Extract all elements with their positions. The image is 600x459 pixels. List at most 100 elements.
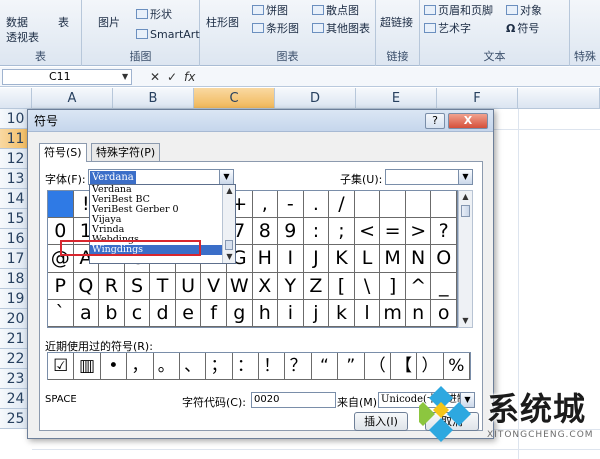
symbol-cell[interactable]: M xyxy=(380,245,406,273)
symbol-cell[interactable]: b xyxy=(99,299,125,327)
font-list-item[interactable]: Verdana xyxy=(90,185,222,195)
symbol-cell[interactable]: U xyxy=(175,272,202,300)
recent-symbol-cell[interactable]: 、 xyxy=(179,353,207,380)
symbol-cell[interactable]: o xyxy=(431,299,457,327)
column-header-a[interactable]: A xyxy=(32,88,113,109)
recent-symbol-cell[interactable]: ， xyxy=(127,353,154,380)
symbol-cell[interactable]: / xyxy=(329,191,355,219)
char-code-field[interactable]: 0020 xyxy=(251,392,336,408)
column-header-b[interactable]: B xyxy=(113,88,194,109)
smartart-button[interactable]: SmartArt xyxy=(136,28,200,41)
wordart-button[interactable]: 艺术字 xyxy=(424,20,471,36)
symbol-cell[interactable]: n xyxy=(405,299,432,327)
symbol-cell[interactable]: Y xyxy=(278,272,304,300)
symbol-cell[interactable]: O xyxy=(431,245,457,273)
symbol-cell[interactable]: > xyxy=(405,218,432,246)
symbol-cell[interactable]: ] xyxy=(380,272,406,300)
scroll-down-icon[interactable]: ▼ xyxy=(223,251,236,263)
symbol-cell[interactable]: \ xyxy=(354,272,381,300)
symbol-cell[interactable]: k xyxy=(329,299,355,327)
subset-combobox[interactable]: ▼ xyxy=(385,169,473,185)
scroll-thumb[interactable] xyxy=(225,240,233,250)
symbol-cell[interactable]: P xyxy=(48,272,74,300)
close-button[interactable]: X xyxy=(448,113,488,129)
symbol-cell[interactable]: N xyxy=(405,245,432,273)
font-list-item[interactable]: Webdings xyxy=(90,235,222,245)
font-list-item[interactable]: Vrinda xyxy=(90,225,222,235)
symbol-cell[interactable] xyxy=(354,191,381,219)
symbol-cell[interactable] xyxy=(431,191,457,219)
symbol-scrollbar[interactable]: ▲ ▼ xyxy=(458,190,473,328)
symbol-cell[interactable]: < xyxy=(354,218,381,246)
chevron-down-icon[interactable]: ▼ xyxy=(219,170,233,184)
recent-symbol-cell[interactable]: （ xyxy=(364,353,391,380)
column-header-e[interactable]: E xyxy=(356,88,437,109)
font-list-item[interactable]: VeriBest Gerber 0 xyxy=(90,205,222,215)
column-header-c[interactable]: C xyxy=(194,88,275,109)
recent-symbol-cell[interactable]: ☑ xyxy=(48,353,75,380)
symbol-cell[interactable]: m xyxy=(380,299,406,327)
scroll-up-icon[interactable]: ▲ xyxy=(223,185,236,197)
symbol-cell[interactable]: J xyxy=(303,245,330,273)
recent-symbol-cell[interactable]: 【 xyxy=(390,353,418,380)
symbol-cell[interactable]: R xyxy=(99,272,125,300)
column-header-d[interactable]: D xyxy=(275,88,356,109)
symbol-cell[interactable]: I xyxy=(278,245,304,273)
name-box[interactable]: C11 xyxy=(2,69,132,85)
symbol-cell[interactable]: a xyxy=(73,299,100,327)
symbol-cell[interactable]: d xyxy=(150,299,176,327)
symbol-cell[interactable]: g xyxy=(226,299,253,327)
dialog-title-bar[interactable]: 符号 ? X xyxy=(28,110,493,132)
scroll-thumb[interactable] xyxy=(461,205,470,217)
tab-symbols[interactable]: 符号(S) xyxy=(39,143,87,162)
symbol-cell[interactable]: _ xyxy=(431,272,457,300)
recent-symbol-cell[interactable]: ： xyxy=(232,353,259,380)
symbol-cell[interactable]: [ xyxy=(329,272,355,300)
symbol-cell[interactable]: S xyxy=(124,272,151,300)
recent-symbol-cell[interactable]: ； xyxy=(206,353,233,380)
symbol-cell[interactable]: H xyxy=(252,245,279,273)
insert-button[interactable]: 插入(I) xyxy=(354,412,408,431)
symbol-cell[interactable]: X xyxy=(252,272,279,300)
symbol-cell[interactable]: W xyxy=(226,272,253,300)
symbol-cell[interactable]: - xyxy=(278,191,304,219)
symbol-cell[interactable]: ` xyxy=(48,299,74,327)
column-header-f[interactable]: F xyxy=(437,88,518,109)
cancel-icon[interactable]: ✕ xyxy=(150,70,160,84)
font-list-item[interactable]: VeriBest BC xyxy=(90,195,222,205)
picture-button[interactable]: 图片 xyxy=(98,14,120,30)
symbol-cell[interactable]: K xyxy=(329,245,355,273)
symbol-cell[interactable]: ? xyxy=(431,218,457,246)
symbol-cell[interactable]: Q xyxy=(73,272,100,300)
symbol-cell[interactable]: L xyxy=(354,245,381,273)
symbol-cell[interactable]: : xyxy=(303,218,330,246)
symbol-cell[interactable]: ; xyxy=(329,218,355,246)
symbol-cell[interactable]: l xyxy=(354,299,381,327)
recent-symbol-cell[interactable]: 。 xyxy=(153,353,180,380)
check-icon[interactable]: ✓ xyxy=(167,70,177,84)
font-list-item[interactable]: Vijaya xyxy=(90,215,222,225)
font-dropdown-list[interactable]: Verdana VeriBest BC VeriBest Gerber 0 Vijay… xyxy=(89,184,236,264)
bar-chart-button[interactable]: 条形图 xyxy=(252,20,299,36)
symbol-cell[interactable]: V xyxy=(201,272,227,300)
pie-chart-button[interactable]: 饼图 xyxy=(252,2,288,18)
symbol-cell[interactable] xyxy=(405,191,432,219)
recent-symbol-cell[interactable]: % xyxy=(443,353,470,380)
symbol-cell[interactable]: = xyxy=(380,218,406,246)
symbol-cell[interactable]: 9 xyxy=(278,218,304,246)
column-chart-button[interactable]: 柱形图 xyxy=(206,14,239,30)
pivot-table-sub[interactable]: 透视表 xyxy=(6,29,39,45)
symbol-cell[interactable]: , xyxy=(252,191,279,219)
font-list-scrollbar[interactable]: ▲ ▼ xyxy=(222,185,235,263)
recent-symbol-cell[interactable]: ？ xyxy=(285,353,312,380)
symbol-cell[interactable]: i xyxy=(278,299,304,327)
font-list-item[interactable]: Wingdings xyxy=(90,245,222,255)
symbol-cell[interactable]: T xyxy=(150,272,176,300)
header-footer-button[interactable]: 页眉和页脚 xyxy=(424,2,493,18)
symbol-cell[interactable] xyxy=(380,191,406,219)
recent-symbol-cell[interactable]: • xyxy=(100,353,128,380)
recent-symbol-cell[interactable]: “ xyxy=(311,353,339,380)
symbol-cell[interactable]: 0 xyxy=(48,218,74,246)
symbol-cell[interactable]: Z xyxy=(303,272,330,300)
scroll-down-icon[interactable]: ▼ xyxy=(459,315,472,327)
